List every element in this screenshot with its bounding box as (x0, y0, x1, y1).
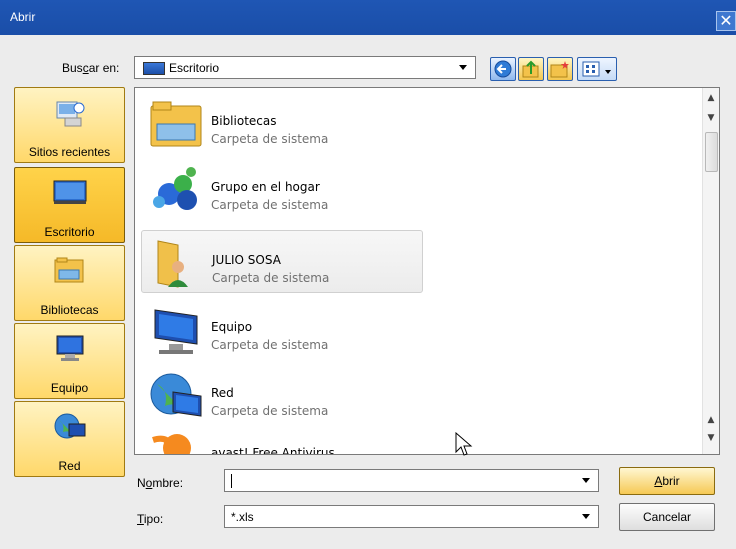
network-icon (54, 413, 86, 439)
place-label: Sitios recientes (28, 145, 111, 159)
mouse-cursor-icon (455, 432, 473, 456)
lookin-value: Escritorio (169, 61, 220, 75)
place-label: Bibliotecas (40, 303, 99, 317)
list-item[interactable]: Equipo Carpeta de sistema (141, 298, 423, 361)
file-name: Red (211, 386, 234, 400)
list-item[interactable]: avast! Free Antivirus (141, 424, 423, 455)
place-desktop[interactable]: Escritorio (14, 167, 125, 243)
open-button[interactable]: Abrir (619, 467, 715, 495)
place-computer[interactable]: Equipo (14, 323, 125, 399)
close-button[interactable]: ✕ (716, 11, 736, 31)
libraries-icon (54, 257, 84, 283)
lookin-combo[interactable]: Escritorio (134, 56, 476, 79)
network-icon (150, 373, 202, 417)
file-desc: Carpeta de sistema (212, 271, 330, 285)
file-name: Bibliotecas (211, 114, 277, 128)
chevron-down-icon[interactable] (459, 65, 467, 70)
text-caret (231, 474, 232, 488)
scrollbar-thumb[interactable] (705, 132, 718, 172)
back-icon (494, 60, 512, 78)
filetype-value: *.xls (231, 510, 254, 524)
scroll-down-icon[interactable]: ▼ (705, 112, 717, 124)
view-menu-button[interactable] (577, 57, 617, 81)
places-bar: Sitios recientes Escritorio Bibliotecas (14, 87, 126, 477)
cancel-button[interactable]: Cancelar (619, 503, 715, 531)
avast-icon (152, 434, 191, 454)
recent-places-icon (56, 101, 85, 127)
file-desc: Carpeta de sistema (211, 198, 329, 212)
filetype-label: Tipo: (137, 512, 164, 526)
place-label: Equipo (50, 381, 89, 395)
file-desc: Carpeta de sistema (211, 404, 329, 418)
place-label: Red (58, 459, 81, 473)
scroll-down-icon[interactable]: ▼ (705, 432, 717, 444)
file-desc: Carpeta de sistema (211, 132, 329, 146)
computer-icon (56, 335, 84, 361)
computer-icon (154, 309, 198, 354)
vertical-scrollbar[interactable]: ▲ ▼ ▲ ▼ (702, 88, 719, 454)
desktop-icon (53, 180, 87, 204)
up-folder-icon (522, 60, 539, 78)
filename-label: Nombre: (137, 476, 184, 490)
list-item[interactable]: Bibliotecas Carpeta de sistema (141, 92, 423, 155)
view-menu-icon (582, 61, 611, 77)
file-name: Equipo (211, 320, 253, 334)
scroll-up-icon[interactable]: ▲ (705, 92, 717, 104)
place-recent[interactable]: Sitios recientes (14, 87, 125, 163)
new-folder-button[interactable] (547, 57, 573, 81)
monitor-icon (143, 62, 165, 75)
title-bar[interactable]: Abrir ✕ (0, 0, 736, 35)
up-folder-button[interactable] (518, 57, 544, 81)
place-libraries[interactable]: Bibliotecas (14, 245, 125, 321)
list-item[interactable]: JULIO SOSA Carpeta de sistema (141, 230, 423, 293)
file-name: Grupo en el hogar (211, 180, 320, 194)
user-folder-icon (157, 240, 188, 288)
chevron-down-icon[interactable] (582, 514, 590, 519)
file-name: avast! Free Antivirus (211, 446, 335, 455)
filetype-select[interactable]: *.xls (224, 505, 599, 528)
back-button[interactable] (490, 57, 516, 81)
file-desc: Carpeta de sistema (211, 338, 329, 352)
place-label: Escritorio (44, 225, 95, 239)
list-item[interactable]: Red Carpeta de sistema (141, 364, 423, 427)
filename-field[interactable] (224, 469, 599, 492)
open-file-dialog: Abrir ✕ Buscar en: Escritorio Sitios rec… (0, 0, 736, 549)
scroll-up-icon[interactable]: ▲ (705, 414, 717, 426)
homegroup-icon (153, 167, 197, 210)
libraries-icon (150, 101, 202, 147)
file-name: JULIO SOSA (212, 253, 281, 267)
lookin-label: Buscar en: (62, 61, 120, 75)
new-folder-icon (550, 61, 569, 78)
file-list[interactable]: Bibliotecas Carpeta de sistema Grupo en … (134, 87, 720, 455)
chevron-down-icon[interactable] (582, 478, 590, 483)
window-title: Abrir (10, 10, 36, 24)
place-network[interactable]: Red (14, 401, 125, 477)
list-item[interactable]: Grupo en el hogar Carpeta de sistema (141, 158, 423, 221)
